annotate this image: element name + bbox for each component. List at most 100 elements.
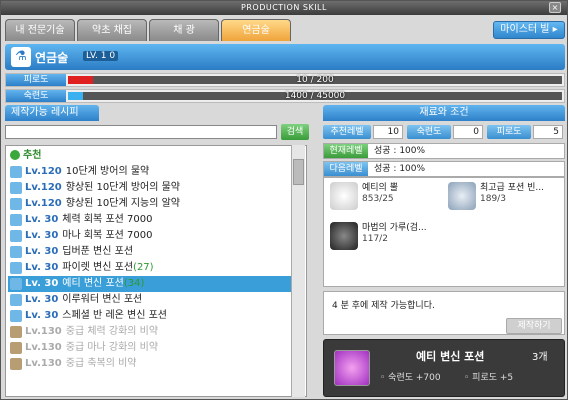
recipe-item[interactable]: Lv. 30 이루워터 변신 포션 [8, 292, 304, 308]
recommended-level-label: 추천레벨 [323, 125, 371, 139]
result-count: 3개 [532, 352, 548, 363]
recipe-icon [10, 166, 22, 178]
recipe-scrollbar[interactable] [291, 145, 305, 397]
craft-button[interactable]: 제작하기 [506, 318, 562, 334]
material-item[interactable]: 마법의 가루(검... 117/2 [328, 222, 448, 262]
recipe-list: 추천 Lv.120 10단계 방어의 물약 Lv.120 향상된 10단계 방어의 물… [5, 145, 307, 397]
recommended-level-value: 10 [373, 125, 403, 139]
recipe-level: Lv. 30 [25, 310, 59, 321]
recipe-icon [10, 198, 22, 210]
recipe-icon [10, 262, 22, 274]
recipe-book-icon [10, 326, 22, 338]
craft-message-box: 4 분 후에 제작 가능합니다. 제작하기 [323, 291, 565, 335]
recipe-book-icon [10, 358, 22, 370]
recipe-level: Lv. 30 [25, 246, 59, 257]
empty-bottle-icon [448, 182, 476, 210]
tab-herbalism[interactable]: 약초 채집 [77, 19, 147, 41]
recipe-item[interactable]: Lv.130 중급 마나 강화의 비약 [8, 340, 304, 356]
recipe-level: Lv.130 [25, 326, 62, 337]
recipe-name: 향상된 10단계 방어의 물약 [65, 182, 181, 193]
recipe-item[interactable]: Lv. 30 체력 회복 포션 7000 [8, 212, 304, 228]
recipe-item[interactable]: Lv. 30 예티 변신 포션(34) [8, 276, 304, 292]
scroll-thumb[interactable] [293, 159, 304, 185]
mastery-row: 숙련도 1400 / 45000 [5, 89, 565, 103]
current-level-text: 성공 : 100% [374, 146, 426, 156]
next-level-text: 성공 : 100% [374, 164, 426, 174]
recipe-item[interactable]: Lv.120 향상된 10단계 방어의 물약 [8, 180, 304, 196]
recipe-icon [10, 182, 22, 194]
skill-level: LV. 1 0 [83, 51, 119, 61]
recipe-item[interactable]: Lv.120 10단계 방어의 물약 [8, 164, 304, 180]
production-skill-window: PRODUCTION SKILL × 내 전문기술 약초 채집 채 광 연금술 … [0, 0, 568, 400]
recipe-name: 마나 회복 포션 7000 [62, 230, 153, 241]
skill-header: ⚗ 연금술 LV. 1 0 [5, 44, 565, 70]
category-header[interactable]: 추천 [8, 148, 41, 164]
recipe-item[interactable]: Lv.130 중급 축복의 비약 [8, 356, 304, 372]
craft-message: 4 분 후에 제작 가능합니다. [332, 301, 435, 311]
recipe-icon [10, 246, 22, 258]
tab-my-skills[interactable]: 내 전문기술 [5, 19, 75, 41]
recipe-icon [10, 294, 22, 306]
recipe-level: Lv. 30 [25, 278, 59, 289]
recipe-name: 예티 변신 포션 [62, 278, 124, 289]
recipe-item[interactable]: Lv. 30 딥버푼 변신 포션 [8, 244, 304, 260]
recipe-name: 향상된 10단계 지능의 알약 [65, 198, 181, 209]
skill-name: 연금술 [35, 51, 69, 65]
mastery-req-value: 0 [453, 125, 483, 139]
recipe-level: Lv. 30 [25, 230, 59, 241]
fatigue-value: 10 / 200 [296, 75, 334, 85]
recipe-name: 스페셜 반 레온 변신 포션 [62, 310, 167, 321]
recipe-level: Lv. 30 [25, 294, 59, 305]
recipe-name: 10단계 방어의 물약 [65, 166, 150, 177]
potion-icon [334, 350, 370, 386]
tab-alchemy[interactable]: 연금술 [221, 19, 291, 41]
current-level-row: 현재레벨 성공 : 100% [323, 143, 565, 159]
recipe-level: Lv.120 [25, 198, 62, 209]
recipe-level: Lv.120 [25, 182, 62, 193]
recipe-item[interactable]: Lv.120 향상된 10단계 지능의 알약 [8, 196, 304, 212]
recipe-icon [10, 214, 22, 226]
recipe-icon [10, 310, 22, 322]
recipe-header: 제작가능 레시피 [5, 105, 99, 121]
mastery-label: 숙련도 [6, 90, 66, 102]
result-fatigue-gain: ◦ 피로도 +5 [464, 373, 514, 383]
window-title: PRODUCTION SKILL [1, 1, 567, 15]
tab-bar: 내 전문기술 약초 채집 채 광 연금술 마이스터 빌 ▸ [5, 19, 565, 41]
mastery-req-label: 숙련도 [407, 125, 451, 139]
material-item[interactable]: 예티의 뿔 853/25 [328, 182, 448, 222]
material-item[interactable]: 최고급 포션 빈... 189/3 [446, 182, 566, 222]
fatigue-row: 피로도 10 / 200 [5, 73, 565, 87]
recipe-name: 체력 회복 포션 7000 [62, 214, 153, 225]
close-icon[interactable]: × [549, 2, 561, 13]
recipe-name: 중급 체력 강화의 비약 [65, 326, 159, 337]
fatigue-label: 피로도 [6, 74, 66, 86]
search-button[interactable]: 검색 [281, 124, 309, 140]
recipe-name: 중급 축복의 비약 [65, 358, 137, 369]
yeti-horn-icon [330, 182, 358, 210]
recipe-name: 딥버푼 변신 포션 [62, 246, 134, 257]
current-level-label: 현재레벨 [324, 144, 368, 158]
recipe-item[interactable]: Lv. 30 스페셜 반 레온 변신 포션 [8, 308, 304, 324]
recipe-count: (34) [123, 278, 145, 289]
tab-mining[interactable]: 채 광 [149, 19, 219, 41]
conditions-row: 추천레벨 10 숙련도 0 피로도 5 [323, 125, 565, 141]
recipe-level: Lv. 30 [25, 214, 59, 225]
search-input[interactable] [5, 125, 277, 139]
search-row: 검색 [5, 123, 309, 141]
materials-header: 재료와 조건 [323, 105, 565, 121]
result-name: 예티 변신 포션 [416, 350, 485, 363]
magic-powder-icon [330, 222, 358, 250]
recipe-icon [10, 278, 22, 290]
recipe-name: 파이렛 변신 포션 [62, 262, 134, 273]
mastery-value: 1400 / 45000 [284, 91, 346, 101]
recipe-item[interactable]: Lv. 30 파이렛 변신 포션(27) [8, 260, 304, 276]
meister-ville-button[interactable]: 마이스터 빌 ▸ [493, 21, 565, 39]
recipe-name: 이루워터 변신 포션 [62, 294, 143, 305]
next-level-label: 다음레벨 [324, 162, 368, 176]
result-box: 예티 변신 포션 3개 ◦ 숙련도 +700 ◦ 피로도 +5 [323, 339, 565, 397]
recipe-book-icon [10, 342, 22, 354]
recipe-item[interactable]: Lv. 30 마나 회복 포션 7000 [8, 228, 304, 244]
recipe-item[interactable]: Lv.130 중급 체력 강화의 비약 [8, 324, 304, 340]
recipe-name: 중급 마나 강화의 비약 [65, 342, 159, 353]
recipe-count: (27) [133, 262, 154, 273]
